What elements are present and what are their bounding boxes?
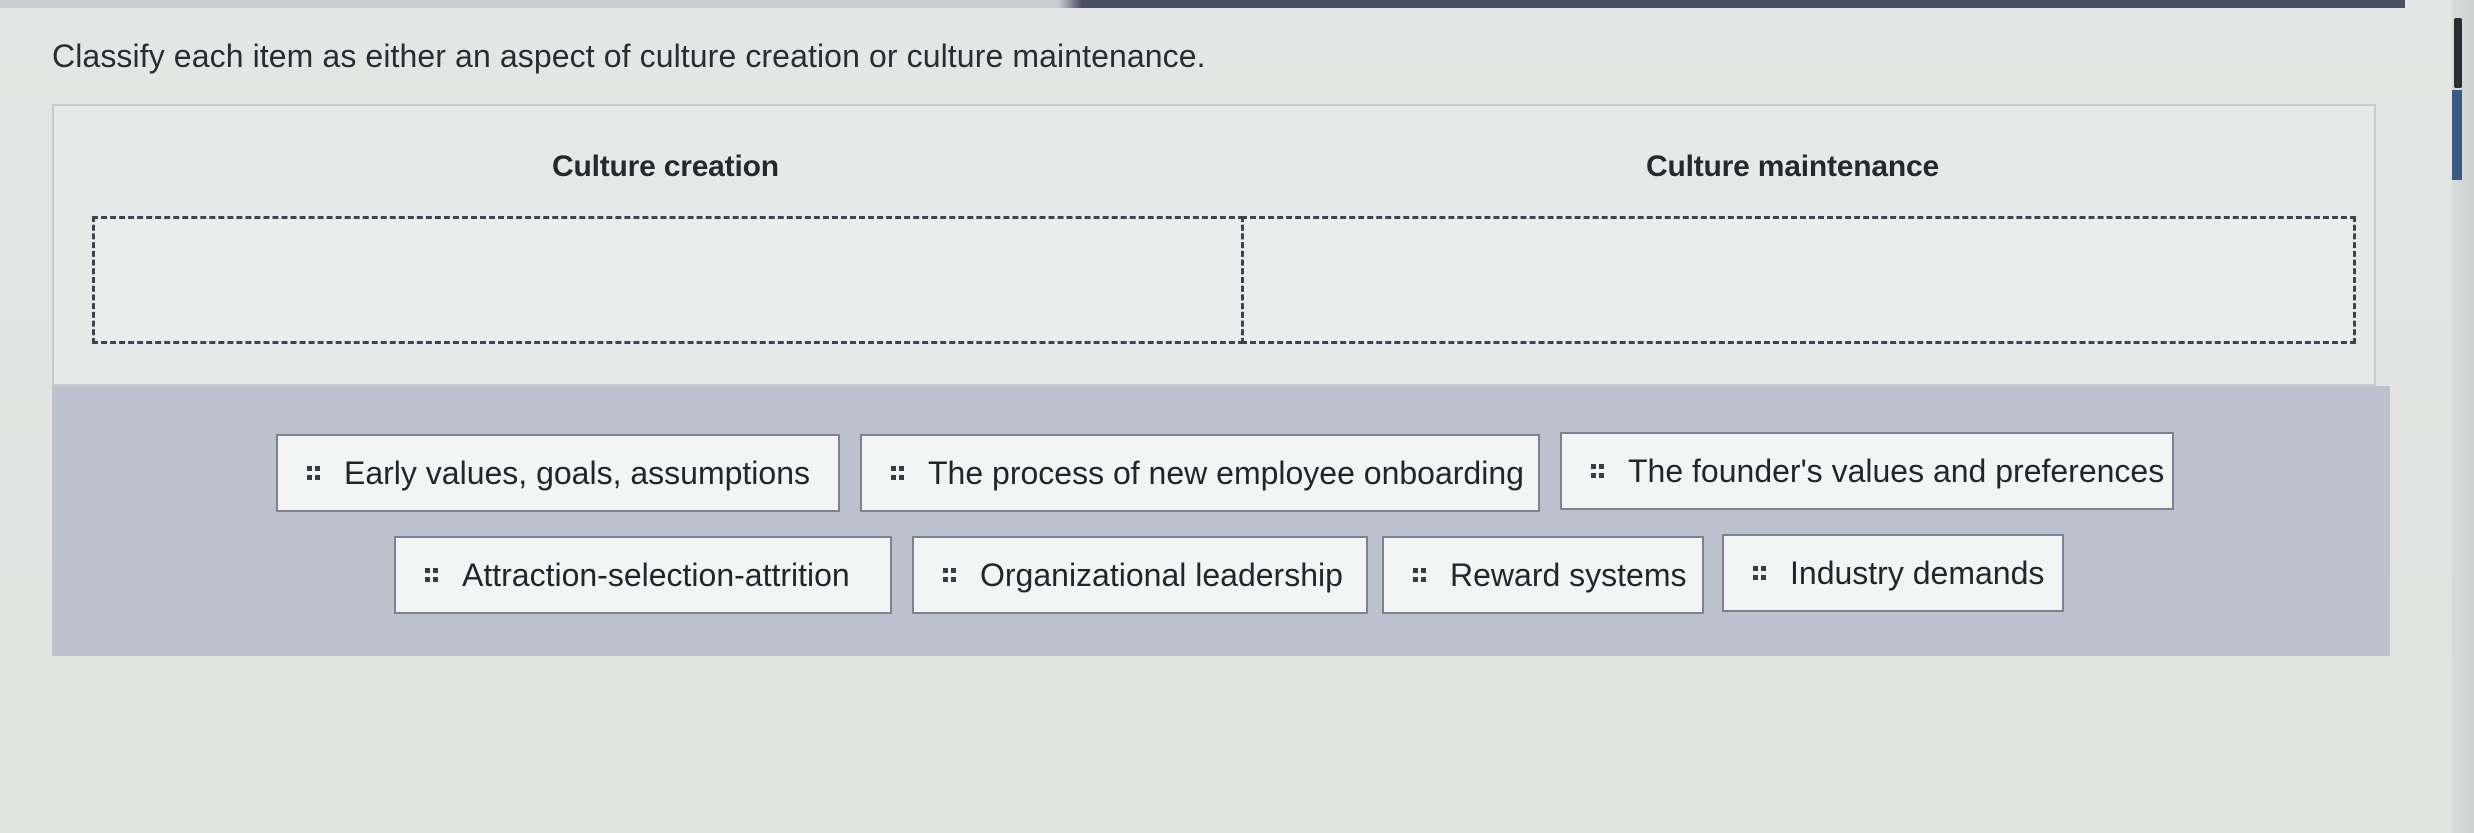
- drag-item-label: The process of new employee onboarding: [928, 454, 1524, 491]
- item-bank: Early values, goals, assumptions The pro…: [52, 386, 2390, 656]
- drag-item-organizational-leadership[interactable]: Organizational leadership: [912, 536, 1368, 614]
- drag-item-attraction-selection-attrition[interactable]: Attraction-selection-attrition: [394, 536, 892, 614]
- drag-item-label: Early values, goals, assumptions: [344, 454, 810, 491]
- drag-item-label: Industry demands: [1790, 554, 2045, 591]
- drag-item-label: Reward systems: [1450, 556, 1687, 593]
- drag-item-new-employee-onboarding[interactable]: The process of new employee onboarding: [860, 434, 1540, 512]
- window-top-bar: [0, 0, 2405, 8]
- right-scrollbar[interactable]: [2452, 0, 2474, 833]
- drag-item-industry-demands[interactable]: Industry demands: [1722, 534, 2064, 612]
- drag-item-founders-values[interactable]: The founder's values and preferences: [1560, 432, 2174, 510]
- question-instructions: Classify each item as either an aspect o…: [52, 38, 1206, 74]
- drag-handle-icon: [425, 568, 438, 582]
- column-header-culture-maintenance: Culture maintenance: [1646, 150, 1939, 183]
- drag-item-label: Attraction-selection-attrition: [462, 556, 850, 593]
- drag-handle-icon: [1413, 568, 1426, 582]
- drag-handle-icon: [1753, 566, 1766, 580]
- drag-handle-icon: [1591, 464, 1604, 478]
- page-background-lower: [0, 656, 2452, 833]
- scrollbar-thumb[interactable]: [2454, 18, 2462, 88]
- drag-item-label: The founder's values and preferences: [1628, 452, 2165, 489]
- drag-handle-icon: [891, 466, 904, 480]
- drag-item-reward-systems[interactable]: Reward systems: [1382, 536, 1704, 614]
- drag-handle-icon: [943, 568, 956, 582]
- screen: Classify each item as either an aspect o…: [0, 0, 2474, 833]
- column-header-culture-creation: Culture creation: [552, 150, 779, 183]
- drag-handle-icon: [307, 466, 320, 480]
- scrollbar-marker: [2452, 90, 2462, 180]
- classification-panel: Culture creation Culture maintenance: [52, 104, 2376, 386]
- dropzone-culture-maintenance[interactable]: [1241, 216, 2356, 344]
- dropzone-culture-creation[interactable]: [92, 216, 1244, 344]
- drag-item-early-values[interactable]: Early values, goals, assumptions: [276, 434, 840, 512]
- drag-item-label: Organizational leadership: [980, 556, 1343, 593]
